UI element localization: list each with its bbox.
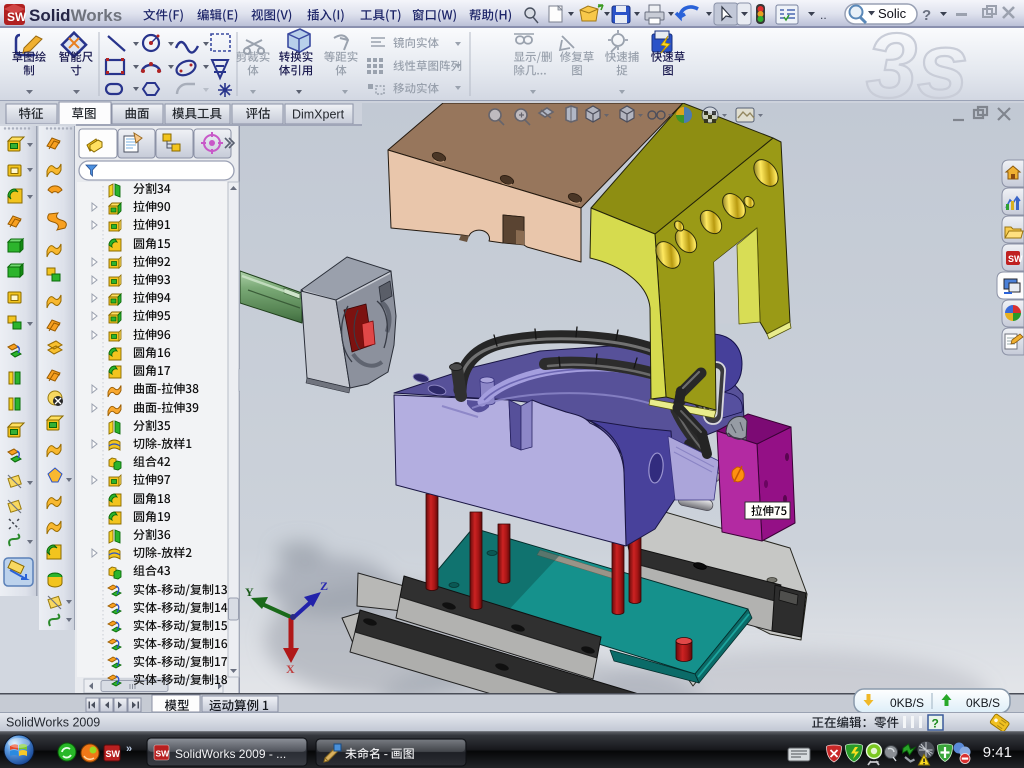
svg-text:Y: Y [245, 585, 254, 599]
svg-text:SW: SW [106, 749, 121, 759]
svg-text:DimXpert: DimXpert [292, 108, 345, 122]
svg-text:X: X [286, 662, 295, 676]
svg-text:SW: SW [156, 749, 171, 759]
svg-text:SW: SW [7, 10, 27, 24]
svg-text:0KB/S: 0KB/S [890, 696, 924, 710]
svg-text:SW: SW [1008, 254, 1023, 264]
svg-text:..: .. [820, 8, 827, 22]
svg-text:SolidWorks 2009 - ...: SolidWorks 2009 - ... [175, 747, 286, 761]
svg-text:SolidWorks 2009: SolidWorks 2009 [6, 716, 100, 730]
svg-text:Z: Z [320, 579, 328, 593]
svg-text:»: » [126, 743, 132, 755]
svg-text:?: ? [932, 717, 939, 731]
svg-text:9:41: 9:41 [983, 744, 1012, 761]
svg-text:0KB/S: 0KB/S [966, 696, 1000, 710]
svg-text:SolidWorks: SolidWorks [29, 6, 122, 25]
